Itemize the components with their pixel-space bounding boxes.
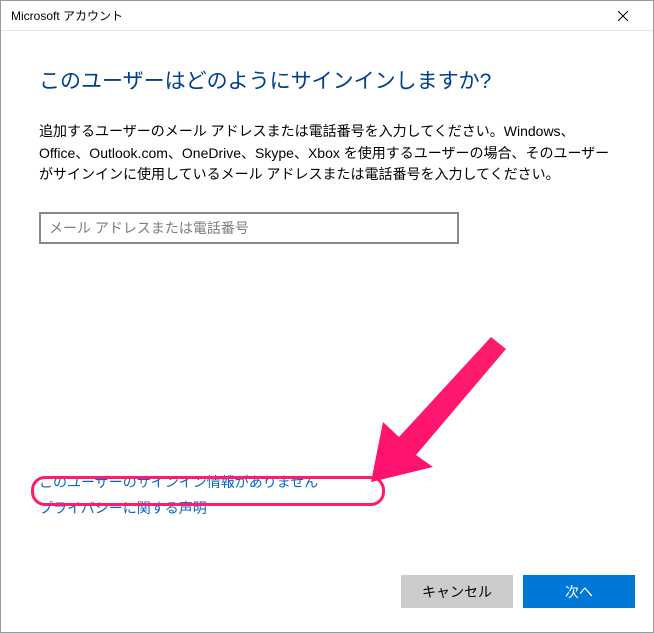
dialog-content: このユーザーはどのようにサインインしますか? 追加するユーザーのメール アドレス… — [1, 31, 653, 244]
close-icon — [618, 11, 628, 21]
email-or-phone-input[interactable] — [39, 212, 459, 244]
description-text: 追加するユーザーのメール アドレスまたは電話番号を入力してください。Window… — [39, 121, 615, 186]
no-signin-info-link[interactable]: このユーザーのサインイン情報がありません — [39, 472, 318, 492]
page-title: このユーザーはどのようにサインインしますか? — [39, 65, 615, 95]
window-title: Microsoft アカウント — [11, 7, 600, 24]
annotation-arrow-icon — [341, 327, 521, 487]
cancel-button[interactable]: キャンセル — [401, 575, 513, 608]
links-block: このユーザーのサインイン情報がありません プライバシーに関する声明 — [39, 472, 318, 524]
button-row: キャンセル 次へ — [401, 575, 635, 608]
next-button[interactable]: 次へ — [523, 575, 635, 608]
privacy-statement-link[interactable]: プライバシーに関する声明 — [39, 498, 318, 518]
titlebar: Microsoft アカウント — [1, 1, 653, 31]
close-button[interactable] — [600, 2, 645, 30]
